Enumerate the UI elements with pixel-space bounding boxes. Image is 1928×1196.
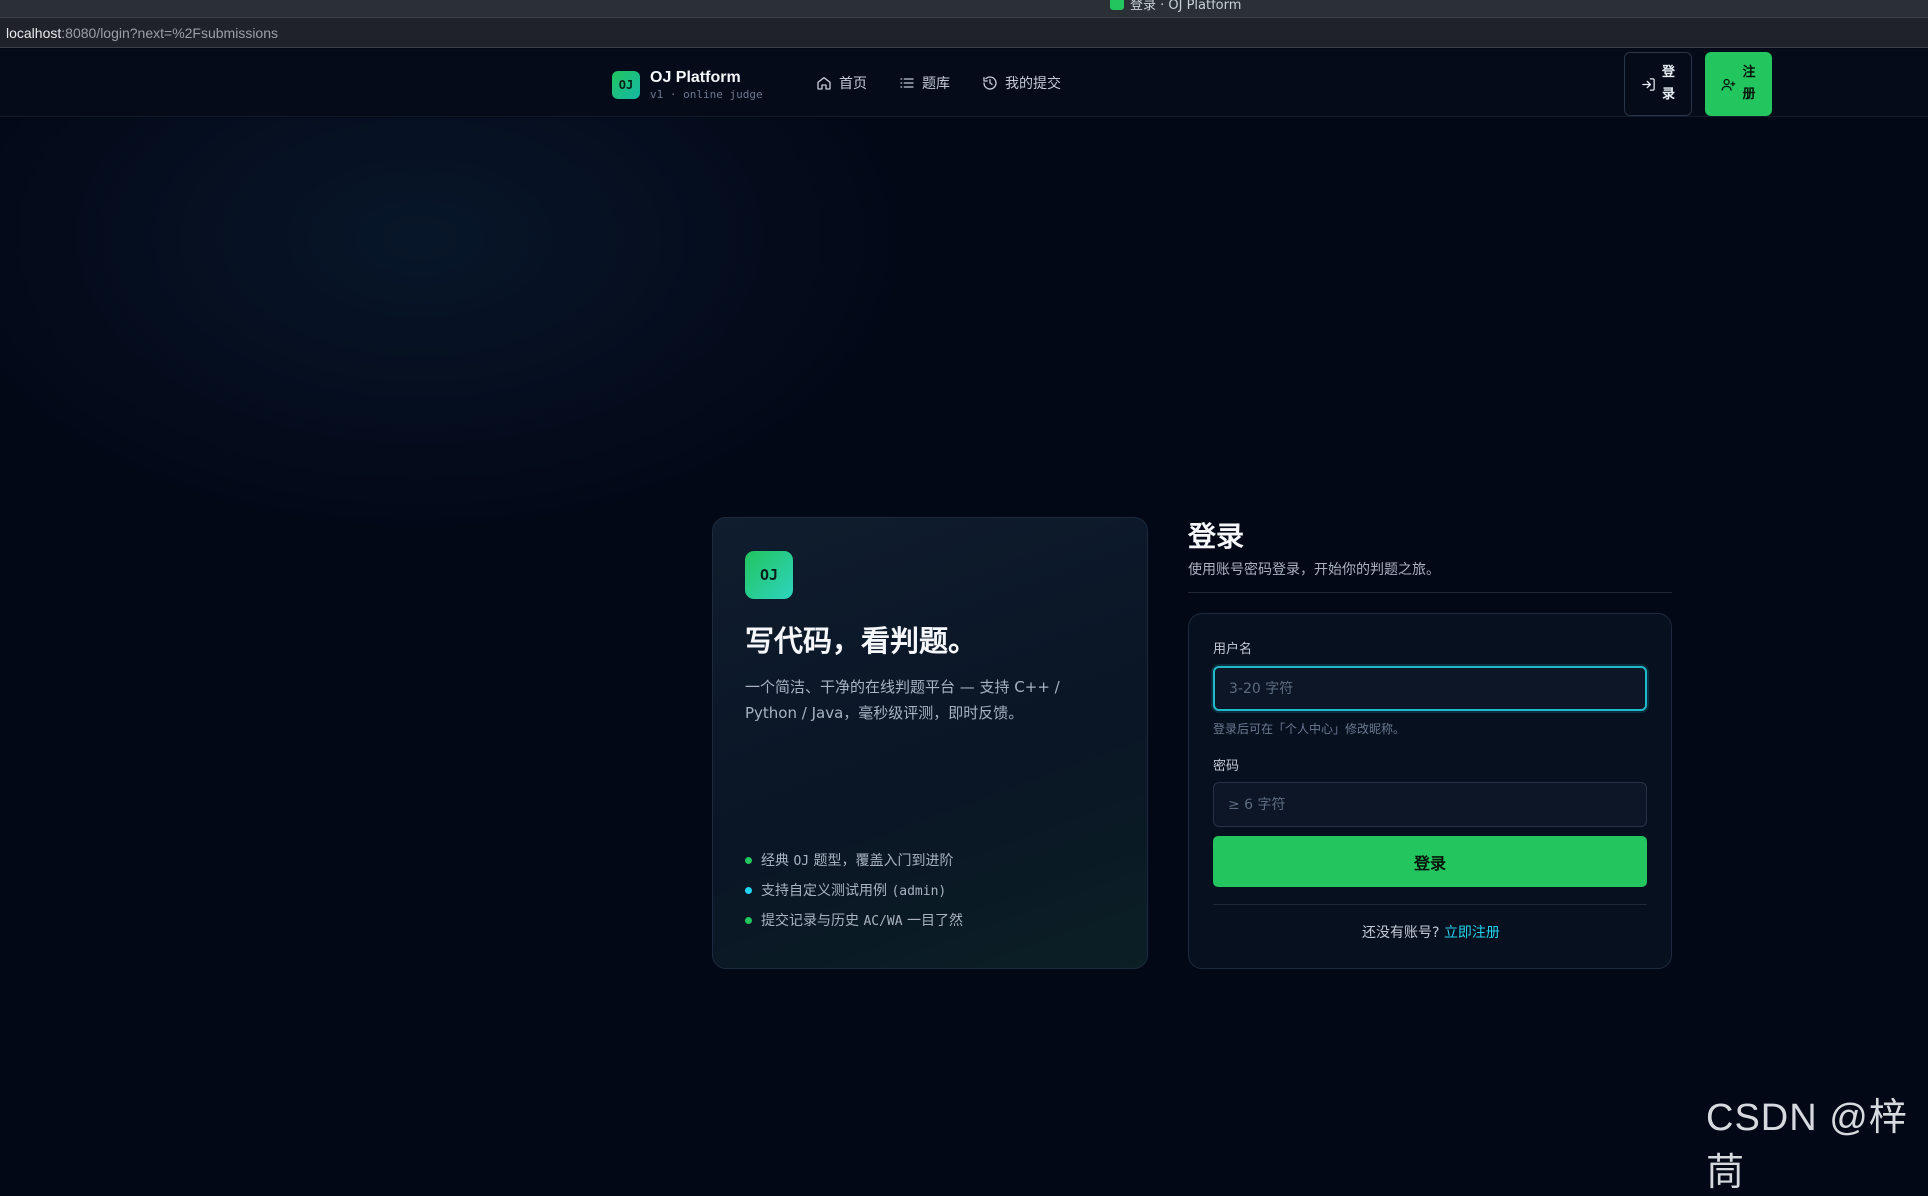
bullet-dot-icon: [745, 916, 752, 924]
register-prompt: 还没有账号? 立即注册: [1189, 922, 1673, 942]
register-link[interactable]: 立即注册: [1444, 925, 1500, 941]
tab-title: 登录 · OJ Platform: [1130, 0, 1242, 13]
nav-link-problems[interactable]: 题库: [899, 73, 950, 93]
login-form-header: 登录 使用账号密码登录，开始你的判题之旅。: [1188, 515, 1672, 579]
login-form: 用户名 登录后可在「个人中心」修改昵称。 密码 登录 还没有账号? 立即注册: [1188, 613, 1672, 969]
browser-tab[interactable]: 登录 · OJ Platform: [1110, 0, 1242, 13]
list-icon: [900, 78, 914, 88]
user-plus-icon: [1721, 78, 1736, 91]
username-hint: 登录后可在「个人中心」修改昵称。: [1213, 722, 1406, 736]
url-host: localhost: [6, 24, 62, 41]
bullet-dot-icon: [745, 886, 752, 894]
tab-favicon-icon: [1110, 0, 1124, 10]
feature-item: 经典 OJ 题型，覆盖入门到进阶: [745, 845, 963, 875]
brand-logo: OJ: [612, 71, 640, 99]
home-icon: [817, 77, 831, 90]
feature-item: 支持自定义测试用例 (admin): [745, 875, 963, 905]
page-title: 登录: [1188, 520, 1245, 553]
divider: [1213, 904, 1647, 905]
feature-item: 提交记录与历史 AC/WA 一目了然: [745, 905, 963, 935]
register-prompt-text: 还没有账号?: [1362, 925, 1440, 941]
submit-login-button[interactable]: 登录: [1213, 836, 1647, 887]
nav-link-label: 题库: [922, 76, 950, 92]
brand[interactable]: OJ OJ Platform v1 · online judge: [612, 69, 763, 101]
username-label: 用户名: [1213, 642, 1253, 657]
browser-tab-strip: 登录 · OJ Platform: [0, 0, 1928, 18]
hero-title: 写代码，看判题。: [745, 624, 978, 658]
login-button-label: 登录: [1661, 65, 1675, 102]
password-input[interactable]: [1213, 782, 1647, 827]
nav-link-home[interactable]: 首页: [816, 73, 867, 93]
hero-description: 一个简洁、干净的在线判题平台 — 支持 C++ / Python / Java，…: [745, 678, 1060, 722]
history-icon: [983, 76, 997, 90]
url-path: :8080/login?next=%2Fsubmissions: [61, 24, 279, 41]
login-button[interactable]: 登录: [1624, 52, 1692, 116]
nav-link-submissions[interactable]: 我的提交: [982, 73, 1061, 93]
password-label: 密码: [1213, 759, 1240, 774]
bullet-dot-icon: [745, 856, 752, 864]
username-input[interactable]: [1213, 666, 1647, 711]
divider: [1188, 592, 1672, 593]
address-bar[interactable]: localhost:8080/login?next=%2Fsubmissions: [0, 18, 1928, 48]
feature-list: 经典 OJ 题型，覆盖入门到进阶 支持自定义测试用例 (admin) 提交记录与…: [745, 845, 963, 935]
watermark: CSDN @梓茼: [1706, 1097, 1908, 1194]
nav-link-label: 首页: [839, 76, 867, 92]
register-button-label: 注册: [1742, 65, 1756, 102]
top-navbar: OJ OJ Platform v1 · online judge 首页 题库 我…: [0, 49, 1928, 117]
page-subtitle: 使用账号密码登录，开始你的判题之旅。: [1188, 562, 1440, 578]
hero-logo: OJ: [745, 551, 793, 599]
login-icon: [1641, 77, 1655, 91]
register-button[interactable]: 注册: [1705, 52, 1772, 116]
nav-links: 首页 题库 我的提交: [816, 73, 1061, 93]
hero-card: OJ 写代码，看判题。 一个简洁、干净的在线判题平台 — 支持 C++ / Py…: [712, 517, 1148, 969]
brand-name: OJ Platform: [650, 69, 741, 86]
nav-link-label: 我的提交: [1005, 76, 1061, 92]
brand-subtitle: v1 · online judge: [650, 88, 763, 101]
